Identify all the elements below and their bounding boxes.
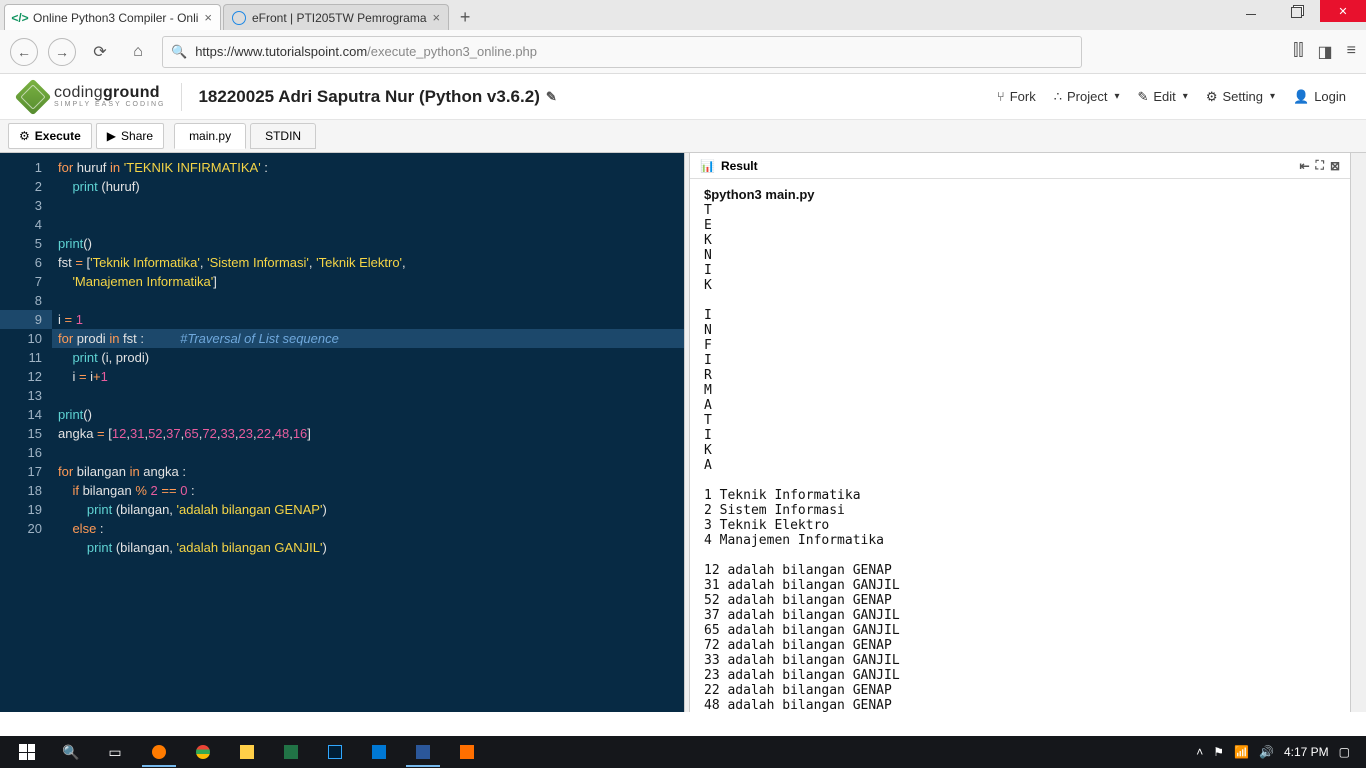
result-pane: 📊 Result ⇤ ⛶ ⊠ $python3 main.py T E K N …	[690, 153, 1350, 712]
project-title: 18220025 Adri Saputra Nur (Python v3.6.2…	[198, 87, 556, 107]
tray-network-icon[interactable]: 📶	[1234, 745, 1249, 759]
share-button[interactable]: ▶Share	[96, 123, 164, 149]
browser-navbar: ← → ⟳ ⌂ 🔍 https://www.tutorialspoint.com…	[0, 30, 1366, 74]
vertical-scrollbar[interactable]	[1350, 153, 1366, 712]
setting-menu[interactable]: ⚙Setting	[1206, 89, 1275, 105]
file-tab-stdin[interactable]: STDIN	[250, 123, 316, 149]
explorer-taskbar-icon[interactable]	[226, 737, 268, 767]
logo-text-main: coding	[54, 84, 103, 101]
window-restore-button[interactable]	[1274, 0, 1320, 22]
url-bar[interactable]: 🔍 https://www.tutorialspoint.com/execute…	[162, 36, 1082, 68]
execute-button[interactable]: ⚙Execute	[8, 123, 92, 149]
gear-run-icon: ⚙	[19, 129, 30, 143]
pencil-icon: ✎	[1137, 89, 1148, 105]
logo-text-bold: ground	[103, 84, 160, 101]
url-path: /execute_python3_online.php	[367, 44, 537, 59]
project-menu[interactable]: ∴Project	[1054, 89, 1120, 105]
tray-notifications-icon[interactable]: ▢	[1339, 745, 1350, 759]
line-gutter: 1234567891011121314151617181920	[0, 153, 52, 712]
browser-tabstrip: </> Online Python3 Compiler - Onli × eFr…	[0, 0, 1366, 30]
logo-subtitle: SIMPLY EASY CODING	[54, 101, 165, 108]
favicon-ie-icon	[232, 11, 246, 25]
site-menu: ⑂Fork ∴Project ✎Edit ⚙Setting 👤Login	[997, 89, 1346, 105]
reload-button[interactable]: ⟳	[86, 38, 114, 66]
tray-volume-icon[interactable]: 🔊	[1259, 745, 1274, 759]
window-minimize-button[interactable]	[1228, 0, 1274, 22]
code-area[interactable]: for huruf in 'TEKNIK INFIRMATIKA' : prin…	[52, 153, 684, 712]
close-panel-icon[interactable]: ⊠	[1330, 159, 1340, 173]
edit-menu[interactable]: ✎Edit	[1137, 89, 1187, 105]
user-icon: 👤	[1293, 89, 1309, 105]
chart-icon: 📊	[700, 159, 715, 173]
paint-taskbar-icon[interactable]	[446, 737, 488, 767]
logo-diamond-icon	[15, 78, 52, 115]
login-button[interactable]: 👤Login	[1293, 89, 1346, 105]
home-button[interactable]: ⌂	[124, 38, 152, 66]
file-tab-main[interactable]: main.py	[174, 123, 246, 149]
url-host: https://www.tutorialspoint.com	[195, 44, 367, 59]
gear-icon: ⚙	[1206, 89, 1218, 105]
project-icon: ∴	[1054, 89, 1062, 105]
expand-icon[interactable]: ⛶	[1316, 158, 1324, 173]
workspace: 1234567891011121314151617181920 for huru…	[0, 152, 1366, 712]
editor-toolbar: ⚙Execute ▶Share main.py STDIN	[0, 120, 1366, 152]
tray-clock[interactable]: 4:17 PM	[1284, 745, 1329, 759]
browser-tab-inactive[interactable]: eFront | PTI205TW Pemrograma ×	[223, 4, 449, 30]
menu-icon[interactable]: ≡	[1347, 42, 1356, 62]
start-button[interactable]	[6, 737, 48, 767]
chrome-taskbar-icon[interactable]	[182, 737, 224, 767]
result-header: 📊 Result ⇤ ⛶ ⊠	[690, 153, 1350, 179]
window-close-button[interactable]: ✕	[1320, 0, 1366, 22]
fork-icon: ⑂	[997, 89, 1005, 104]
app-taskbar-icon[interactable]	[358, 737, 400, 767]
collapse-icon[interactable]: ⇤	[1299, 159, 1309, 173]
photoshop-taskbar-icon[interactable]	[314, 737, 356, 767]
editor-pane[interactable]: 1234567891011121314151617181920 for huru…	[0, 153, 684, 712]
result-title: Result	[721, 159, 758, 173]
excel-taskbar-icon[interactable]	[270, 737, 312, 767]
tray-flag-icon[interactable]: ⚑	[1213, 745, 1224, 759]
fork-button[interactable]: ⑂Fork	[997, 89, 1036, 105]
edit-title-icon[interactable]: ✎	[546, 89, 557, 105]
windows-taskbar: 🔍 ▭ ˄ ⚑ 📶 🔊 4:17 PM ▢	[0, 736, 1366, 768]
tray-chevron-icon[interactable]: ˄	[1196, 745, 1203, 759]
tab-close-icon[interactable]: ×	[204, 10, 212, 25]
favicon-python-icon: </>	[13, 11, 27, 25]
site-header: codingground SIMPLY EASY CODING 18220025…	[0, 74, 1366, 120]
site-logo[interactable]: codingground SIMPLY EASY CODING	[20, 84, 165, 110]
tab-title: eFront | PTI205TW Pemrograma	[252, 11, 427, 25]
library-icon[interactable]: ⫿⫿	[1293, 42, 1303, 62]
system-tray[interactable]: ˄ ⚑ 📶 🔊 4:17 PM ▢	[1196, 745, 1360, 759]
tab-close-icon[interactable]: ×	[433, 10, 441, 25]
new-tab-button[interactable]: +	[451, 4, 479, 30]
search-taskbar-icon[interactable]: 🔍	[50, 737, 92, 767]
sidebar-icon[interactable]: ◨	[1318, 42, 1333, 62]
search-icon: 🔍	[171, 44, 187, 60]
task-view-icon[interactable]: ▭	[94, 737, 136, 767]
firefox-taskbar-icon[interactable]	[138, 737, 180, 767]
result-output[interactable]: $python3 main.py T E K N I K I N F I R M…	[690, 179, 1350, 712]
share-icon: ▶	[107, 129, 116, 143]
forward-button[interactable]: →	[48, 38, 76, 66]
tab-title: Online Python3 Compiler - Onli	[33, 11, 198, 25]
browser-tab-active[interactable]: </> Online Python3 Compiler - Onli ×	[4, 4, 221, 30]
back-button[interactable]: ←	[10, 38, 38, 66]
word-taskbar-icon[interactable]	[402, 737, 444, 767]
